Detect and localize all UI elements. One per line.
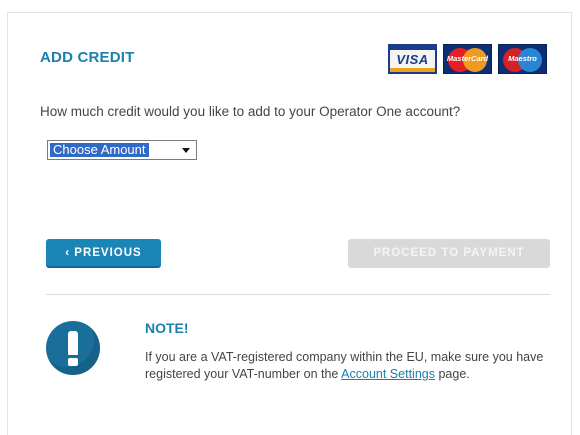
page-title: ADD CREDIT bbox=[40, 49, 135, 66]
amount-select[interactable]: Choose Amount bbox=[47, 140, 197, 160]
note-title: NOTE! bbox=[145, 320, 189, 336]
proceed-to-payment-button[interactable]: PROCEED TO PAYMENT bbox=[348, 239, 550, 268]
visa-label: VISA bbox=[396, 52, 429, 67]
maestro-label: Maestro bbox=[508, 54, 537, 63]
divider bbox=[46, 294, 550, 295]
amount-select-value: Choose Amount bbox=[49, 142, 150, 158]
mastercard-logo: MasterCard bbox=[443, 44, 492, 74]
exclamation-icon bbox=[46, 321, 100, 375]
chevron-down-icon bbox=[182, 148, 190, 153]
account-settings-link[interactable]: Account Settings bbox=[341, 367, 435, 381]
credit-question: How much credit would you like to add to… bbox=[40, 104, 461, 119]
maestro-logo: Maestro bbox=[498, 44, 547, 74]
previous-button[interactable]: ‹ PREVIOUS bbox=[46, 239, 161, 268]
visa-logo: VISA bbox=[388, 44, 437, 74]
mastercard-label: MasterCard bbox=[446, 54, 489, 63]
note-text-after: page. bbox=[434, 367, 470, 381]
note-text: If you are a VAT-registered company with… bbox=[145, 349, 555, 383]
